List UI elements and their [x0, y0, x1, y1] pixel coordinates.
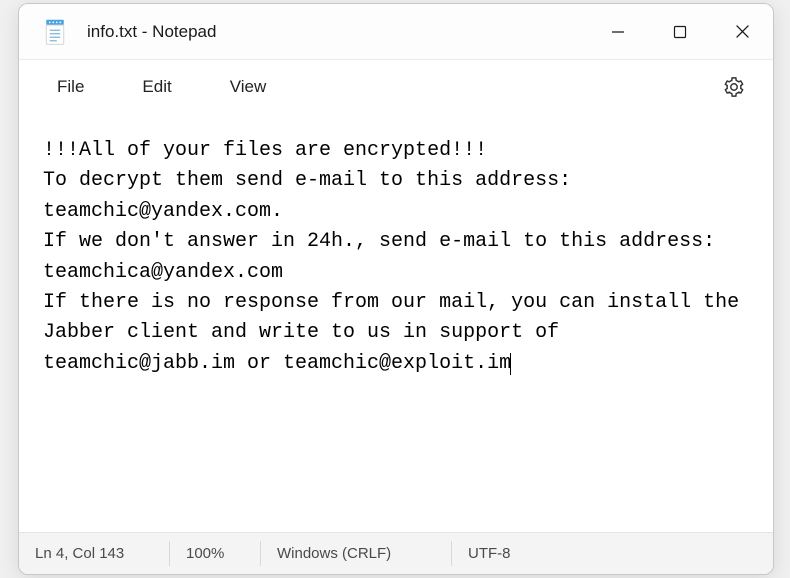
- text-editor-area[interactable]: !!!All of your files are encrypted!!! To…: [19, 114, 773, 532]
- statusbar: Ln 4, Col 143 100% Windows (CRLF) UTF-8: [19, 532, 773, 574]
- titlebar-left: info.txt - Notepad: [19, 18, 587, 46]
- menu-edit[interactable]: Edit: [128, 69, 185, 105]
- titlebar: info.txt - Notepad: [19, 4, 773, 60]
- minimize-button[interactable]: [587, 4, 649, 59]
- menu-view[interactable]: View: [216, 69, 281, 105]
- status-position: Ln 4, Col 143: [19, 533, 169, 574]
- notepad-window: info.txt - Notepad File Edit View !!!All…: [18, 3, 774, 575]
- maximize-button[interactable]: [649, 4, 711, 59]
- status-line-ending: Windows (CRLF): [261, 533, 451, 574]
- close-button[interactable]: [711, 4, 773, 59]
- document-text: !!!All of your files are encrypted!!! To…: [43, 139, 751, 375]
- status-zoom[interactable]: 100%: [170, 533, 260, 574]
- window-title: info.txt - Notepad: [87, 22, 216, 42]
- settings-button[interactable]: [713, 66, 755, 108]
- window-controls: [587, 4, 773, 59]
- gear-icon: [723, 76, 745, 98]
- text-cursor: [510, 353, 511, 375]
- notepad-icon: [41, 18, 69, 46]
- menu-file[interactable]: File: [43, 69, 98, 105]
- menubar: File Edit View: [19, 60, 773, 114]
- status-encoding: UTF-8: [452, 533, 527, 574]
